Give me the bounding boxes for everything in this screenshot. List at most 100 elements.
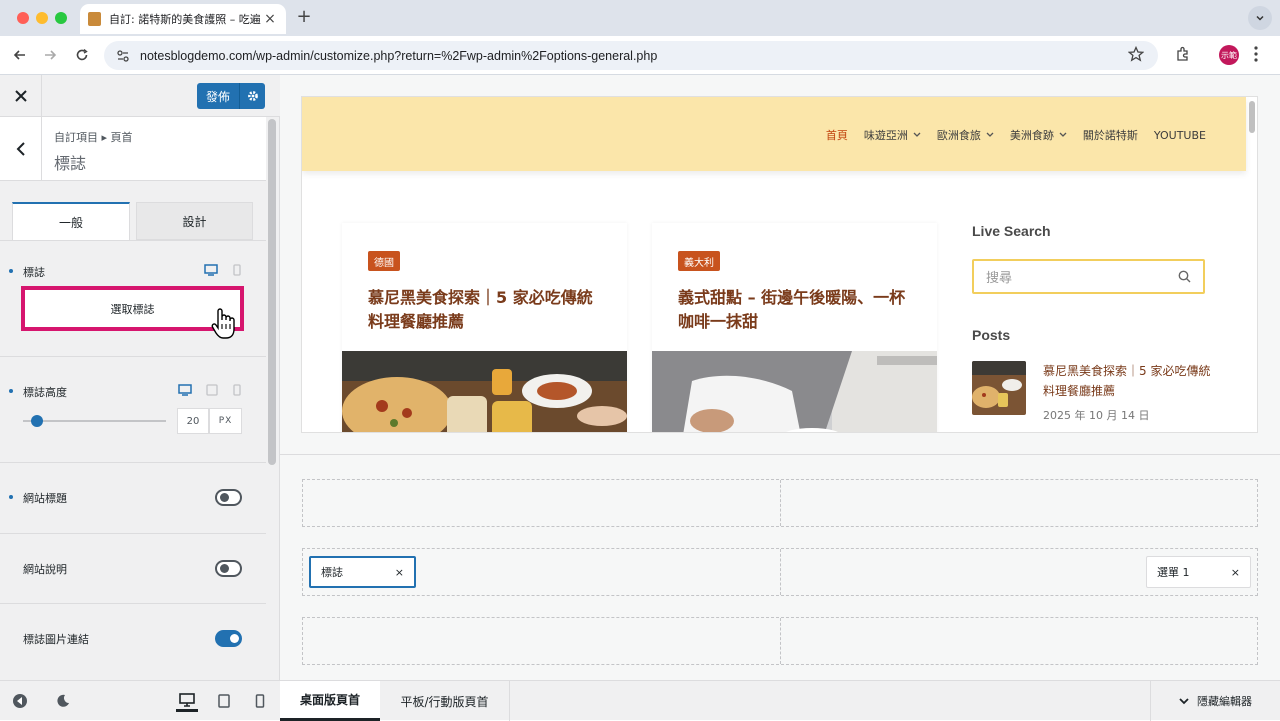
customizer-header: 發佈 xyxy=(0,75,280,117)
publish-settings-gear-icon[interactable] xyxy=(239,83,265,109)
post-title[interactable]: 慕尼黑美食探索｜5 家必吃傳統料理餐廳推薦 xyxy=(368,286,608,334)
sidebar-widgets: Live Search 搜尋 Posts 慕尼黑美食探索｜5 家必吃傳統料理餐廳… xyxy=(972,223,1212,422)
publish-label: 發佈 xyxy=(205,89,230,104)
category-badge[interactable]: 義大利 xyxy=(678,251,720,271)
desktop-icon[interactable] xyxy=(178,384,192,396)
primary-menu: 首頁 味遊亞洲 歐洲食旅 美洲食跡 關於諾特斯 YOUTUBE xyxy=(826,127,1206,143)
menu-item[interactable]: 美洲食跡 xyxy=(1010,127,1067,143)
customizer-sidebar: 發佈 自訂項目 ▸ 頁首 標誌 一般 設計 標誌 選取標誌 標誌高度 20 PX… xyxy=(0,75,280,720)
settings-tabs: 一般 設計 xyxy=(0,202,266,240)
browser-chrome: 自訂: 諾特斯的美食護照 – 吃遍 × + notesblogdemo.com/… xyxy=(0,0,1280,75)
minimize-window-button[interactable] xyxy=(36,12,48,24)
logo-height-label: 標誌高度 xyxy=(23,386,67,399)
close-customizer-icon[interactable] xyxy=(0,75,42,117)
extensions-icon[interactable] xyxy=(1174,45,1192,63)
logo-height-input[interactable]: 20 xyxy=(177,408,209,434)
remove-menu-icon[interactable]: × xyxy=(1231,566,1240,579)
logo-link-label: 標誌圖片連結 xyxy=(23,633,89,646)
post-card[interactable]: 德國 慕尼黑美食探索｜5 家必吃傳統料理餐廳推薦 xyxy=(342,223,627,432)
desktop-icon[interactable] xyxy=(204,264,218,276)
breadcrumb: 自訂項目 ▸ 頁首 xyxy=(54,131,133,144)
preview-area: 首頁 味遊亞洲 歐洲食旅 美洲食跡 關於諾特斯 YOUTUBE 德國 慕尼黑美食探索｜5 … xyxy=(280,75,1280,721)
publish-button[interactable]: 發佈 xyxy=(197,83,265,109)
menu-component-chip[interactable]: 選單 1 × xyxy=(1146,556,1251,588)
posts-heading: Posts xyxy=(972,327,1011,343)
forward-icon[interactable] xyxy=(38,44,62,66)
tab-design[interactable]: 設計 xyxy=(136,202,253,240)
search-icon[interactable] xyxy=(1178,270,1191,283)
bookmark-star-icon[interactable] xyxy=(1128,46,1144,62)
recent-post-title[interactable]: 慕尼黑美食探索｜5 家必吃傳統料理餐廳推薦 xyxy=(1043,361,1213,401)
menu-item[interactable]: 歐洲食旅 xyxy=(937,127,994,143)
tab-strip: 自訂: 諾特斯的美食護照 – 吃遍 × + xyxy=(0,0,1280,36)
back-icon[interactable] xyxy=(8,44,32,66)
recent-post-date: 2025 年 10 月 14 日 xyxy=(1043,409,1150,422)
browser-menu-icon[interactable] xyxy=(1254,46,1258,62)
site-favicon xyxy=(88,12,101,26)
profile-avatar[interactable]: 示範 xyxy=(1219,45,1239,65)
preview-tablet-icon[interactable] xyxy=(213,690,235,712)
site-info-icon[interactable] xyxy=(116,49,130,63)
reload-icon[interactable] xyxy=(70,44,94,66)
section-title: 標誌 xyxy=(54,154,87,173)
dark-mode-icon[interactable] xyxy=(52,690,74,712)
tab-general[interactable]: 一般 xyxy=(12,202,130,240)
preview-scrollbar[interactable] xyxy=(1249,101,1255,133)
post-thumbnail[interactable] xyxy=(342,351,627,432)
site-description-toggle[interactable] xyxy=(215,560,242,577)
menu-item[interactable]: YOUTUBE xyxy=(1154,127,1206,143)
tab-mobile-header[interactable]: 平板/行動版頁首 xyxy=(380,681,510,721)
card-body: 義大利 義式甜點 – 街邊午後暖陽、一杯咖啡一抹甜 xyxy=(652,223,937,351)
hand-cursor-icon xyxy=(211,307,237,341)
zoom-window-button[interactable] xyxy=(55,12,67,24)
url-text: notesblogdemo.com/wp-admin/customize.php… xyxy=(140,48,658,63)
post-title[interactable]: 義式甜點 – 街邊午後暖陽、一杯咖啡一抹甜 xyxy=(678,286,918,334)
menu-item-label: 關於諾特斯 xyxy=(1082,129,1138,142)
address-bar[interactable]: notesblogdemo.com/wp-admin/customize.php… xyxy=(104,41,1158,70)
remove-logo-icon[interactable]: × xyxy=(395,566,404,579)
responsive-dot xyxy=(9,495,13,499)
browser-toolbar: notesblogdemo.com/wp-admin/customize.php… xyxy=(0,36,1280,75)
menu-item[interactable]: 味遊亞洲 xyxy=(864,127,921,143)
post-thumbnail[interactable] xyxy=(652,351,937,432)
builder-row-bottom[interactable] xyxy=(302,617,1258,665)
logo-link-toggle[interactable] xyxy=(215,630,242,647)
site-preview-frame[interactable]: 首頁 味遊亞洲 歐洲食旅 美洲食跡 關於諾特斯 YOUTUBE 德國 慕尼黑美食探索｜5 … xyxy=(301,96,1258,433)
hide-editor-label: 隱藏編輯器 xyxy=(1197,695,1252,708)
browser-tab[interactable]: 自訂: 諾特斯的美食護照 – 吃遍 × xyxy=(80,4,286,34)
preview-mobile-icon[interactable] xyxy=(249,690,271,712)
menu-chip-label: 選單 1 xyxy=(1157,566,1190,579)
tab-desktop-header[interactable]: 桌面版頁首 xyxy=(280,681,380,721)
mobile-icon[interactable] xyxy=(232,384,246,396)
preview-desktop-icon[interactable] xyxy=(176,690,198,712)
responsive-dot xyxy=(9,389,13,393)
header-builder: 標誌 × 選單 1 × xyxy=(280,454,1280,685)
tab-close-icon[interactable]: × xyxy=(262,11,278,27)
sidebar-scrollbar[interactable] xyxy=(268,119,276,465)
hide-editor-button[interactable]: 隱藏編輯器 xyxy=(1150,681,1280,721)
menu-item-label: 首頁 xyxy=(825,129,848,142)
close-window-button[interactable] xyxy=(17,12,29,24)
builder-tabs-bar: 桌面版頁首 平板/行動版頁首 隱藏編輯器 xyxy=(280,680,1280,721)
chevron-down-icon xyxy=(1059,132,1067,137)
unit-label[interactable]: PX xyxy=(209,408,242,434)
builder-row-main[interactable]: 標誌 × 選單 1 × xyxy=(302,548,1258,596)
menu-item[interactable]: 關於諾特斯 xyxy=(1083,127,1138,143)
recent-post-thumbnail[interactable] xyxy=(972,361,1026,415)
card-body: 德國 慕尼黑美食探索｜5 家必吃傳統料理餐廳推薦 xyxy=(342,223,627,351)
section-header: 自訂項目 ▸ 頁首 標誌 xyxy=(0,117,266,181)
tablet-icon[interactable] xyxy=(206,384,220,396)
category-badge[interactable]: 德國 xyxy=(368,251,400,271)
new-tab-button[interactable]: + xyxy=(294,8,314,28)
mobile-icon[interactable] xyxy=(232,264,246,276)
live-search-input[interactable]: 搜尋 xyxy=(972,259,1205,294)
menu-item[interactable]: 首頁 xyxy=(826,127,848,143)
logo-component-chip[interactable]: 標誌 × xyxy=(309,556,416,588)
collapse-sidebar-icon[interactable] xyxy=(9,690,31,712)
post-card[interactable]: 義大利 義式甜點 – 街邊午後暖陽、一杯咖啡一抹甜 xyxy=(652,223,937,432)
site-title-toggle[interactable] xyxy=(215,489,242,506)
logo-height-slider[interactable] xyxy=(23,420,166,422)
back-chevron-icon[interactable] xyxy=(0,117,42,181)
builder-row-top[interactable] xyxy=(302,479,1258,527)
tab-search-button[interactable] xyxy=(1248,6,1272,30)
